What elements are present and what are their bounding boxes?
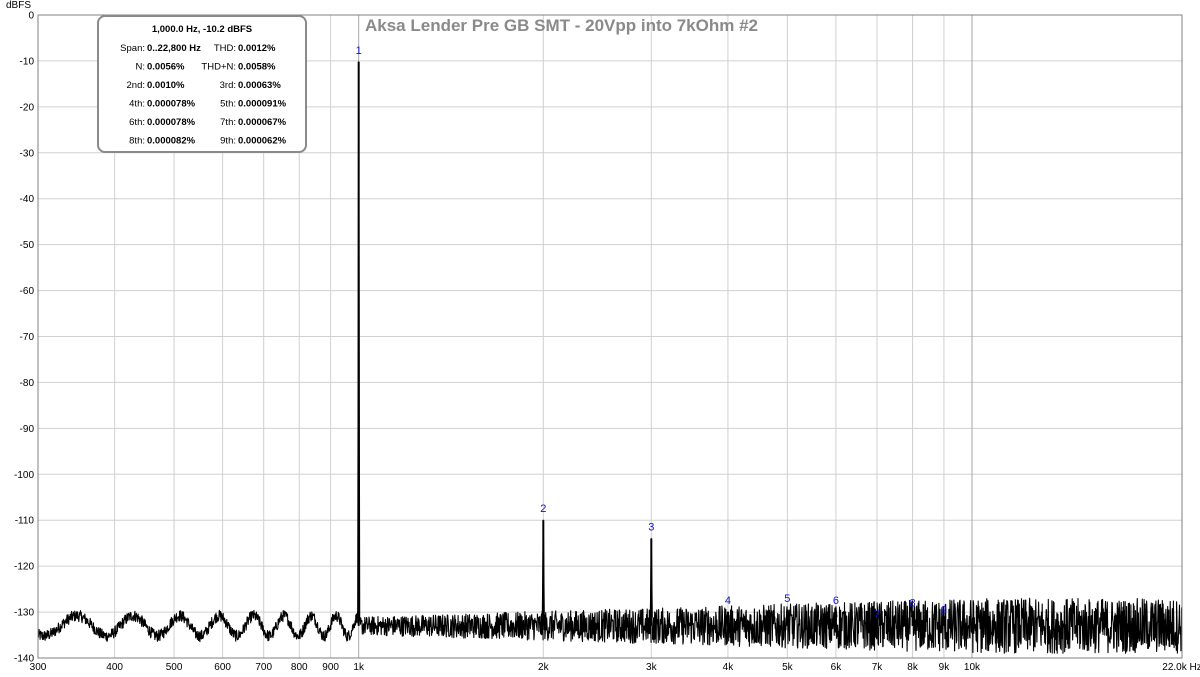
spectrum-chart: 1 2 3 4 5 6 7 8 9 0 -10 -20 -30 -40 -50 -60 -70 -80 -90 -1… — [0, 0, 1200, 677]
measurement-value: 0..22,800 Hz — [147, 43, 201, 54]
measurement-value: 0.0010% — [147, 80, 185, 91]
measurement-label: 4th: — [129, 99, 145, 110]
measurement-label: THD+N: — [201, 62, 236, 73]
measurement-label: 7th: — [220, 117, 236, 128]
x-tick-label: 1k — [353, 662, 365, 673]
x-tick-label: 2k — [538, 662, 550, 673]
harmonic-label: 8 — [909, 597, 915, 609]
x-tick-label: 10k — [964, 662, 981, 673]
measurement-label: 3rd: — [220, 80, 236, 91]
y-axis-label: dBFS — [6, 0, 31, 11]
harmonic-label: 1 — [356, 45, 362, 57]
measurement-value: 0.0058% — [238, 62, 276, 73]
harmonic-label: 9 — [941, 604, 947, 616]
chart-title: Aksa Lender Pre GB SMT - 20Vpp into 7kOh… — [365, 16, 758, 35]
measurement-header: 1,000.0 Hz, -10.2 dBFS — [152, 24, 252, 35]
y-tick-label: -100 — [14, 470, 34, 481]
y-tick-label: -50 — [20, 240, 35, 251]
x-tick-label: 9k — [939, 662, 951, 673]
measurement-value: 0.000078% — [147, 99, 196, 110]
y-tick-label: -110 — [15, 516, 35, 527]
x-tick-label: 500 — [166, 662, 183, 673]
harmonic-label: 3 — [648, 522, 654, 534]
x-tick-label: 900 — [322, 662, 339, 673]
x-tick-label: 600 — [214, 662, 231, 673]
harmonic-label: 2 — [540, 503, 546, 515]
measurement-value: 0.000082% — [147, 136, 196, 147]
measurement-value: 0.000078% — [147, 117, 196, 128]
x-tick-label: 22.0k Hz — [1162, 662, 1200, 673]
x-tick-label: 5k — [782, 662, 794, 673]
measurement-value: 0.0012% — [238, 43, 276, 54]
x-tick-label: 6k — [831, 662, 843, 673]
measurement-value: 0.0056% — [147, 62, 185, 73]
measurement-label: 8th: — [129, 136, 145, 147]
x-tick-label: 7k — [872, 662, 884, 673]
measurement-value: 0.00063% — [238, 80, 281, 91]
y-tick-label: -40 — [20, 194, 35, 205]
measurement-label: 2nd: — [127, 80, 146, 91]
measurement-value: 0.000062% — [238, 136, 287, 147]
measurement-value: 0.000091% — [238, 99, 287, 110]
y-tick-label: -10 — [20, 56, 35, 67]
x-tick-label: 800 — [291, 662, 308, 673]
x-tick-label: 300 — [30, 662, 47, 673]
x-tick-label: 3k — [646, 662, 658, 673]
harmonic-label: 6 — [833, 595, 839, 607]
harmonic-label: 7 — [874, 609, 880, 621]
x-tick-label: 8k — [907, 662, 919, 673]
y-tick-label: -20 — [20, 102, 35, 113]
y-tick-label: -120 — [14, 562, 34, 573]
y-tick-label: -90 — [20, 424, 35, 435]
measurement-label: Span: — [120, 43, 145, 54]
harmonic-label: 4 — [725, 595, 731, 607]
measurement-label: N: — [136, 62, 146, 73]
harmonic-label: 5 — [784, 593, 790, 605]
measurement-value: 0.000067% — [238, 117, 287, 128]
measurement-label: 9th: — [220, 136, 236, 147]
y-tick-label: -70 — [20, 332, 35, 343]
measurement-box: 1,000.0 Hz, -10.2 dBFSSpan: 0..22,800 Hz T… — [97, 15, 307, 153]
measurement-label: 6th: — [129, 117, 145, 128]
x-tick-label: 4k — [723, 662, 735, 673]
measurement-label: 5th: — [220, 99, 236, 110]
y-tick-label: -130 — [14, 608, 34, 619]
x-tick-label: 700 — [255, 662, 272, 673]
y-tick-label: -30 — [20, 148, 35, 159]
y-tick-label: 0 — [28, 11, 34, 22]
y-tick-label: -60 — [20, 286, 35, 297]
y-tick-label: -80 — [20, 378, 35, 389]
measurement-label: THD: — [214, 43, 236, 54]
x-tick-label: 400 — [106, 662, 123, 673]
